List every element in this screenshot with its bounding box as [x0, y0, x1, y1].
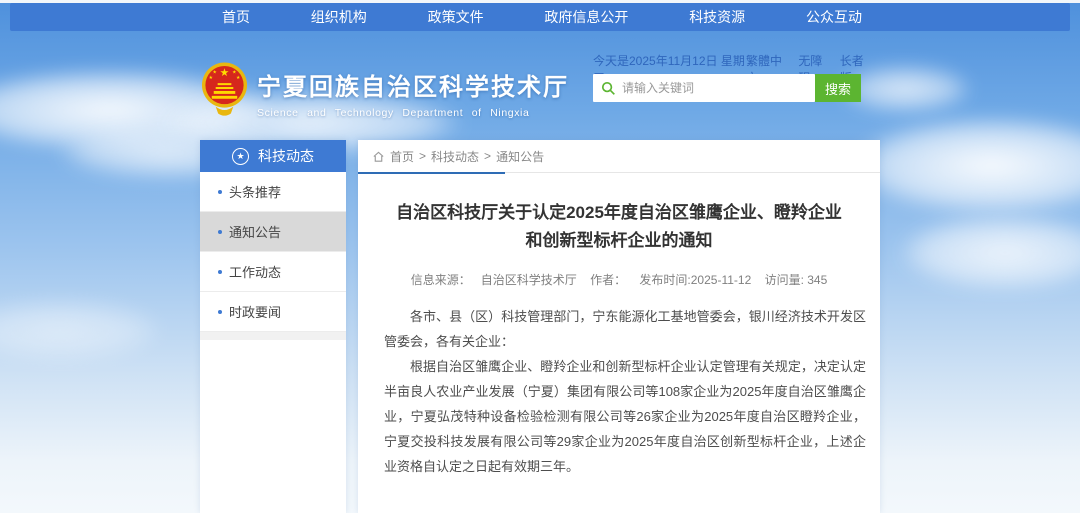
nav-item-policy[interactable]: 政策文件: [428, 7, 484, 27]
sidebar-item-label: 时政要闻: [229, 302, 281, 321]
bullet-dot-icon: [218, 230, 222, 234]
sidebar-item-notices[interactable]: 通知公告: [200, 212, 346, 252]
cloud: [900, 215, 1080, 290]
meta-author-label: 作者：: [590, 273, 626, 287]
national-emblem-icon: ★ ★ ★ ★ ★: [201, 59, 248, 117]
nav-item-gov-info[interactable]: 政府信息公开: [544, 7, 628, 27]
nav-item-home[interactable]: 首页: [222, 7, 250, 27]
svg-text:★: ★: [209, 75, 214, 81]
meta-visits: 访问量: 345: [765, 273, 828, 287]
sidebar-header: ★ 科技动态: [200, 140, 346, 172]
sidebar: ★ 科技动态 头条推荐 通知公告 工作动态 时政要闻: [200, 140, 346, 513]
nav-item-organization[interactable]: 组织机构: [311, 7, 367, 27]
article-paragraph: 各市、县（区）科技管理部门，宁东能源化工基地管委会，银川经济技术开发区管委会，各…: [384, 304, 866, 354]
sidebar-item-headlines[interactable]: 头条推荐: [200, 172, 346, 212]
sidebar-footer-strip: [200, 332, 346, 340]
search-input-wrap: [593, 74, 815, 102]
breadcrumb-notices[interactable]: 通知公告: [496, 148, 544, 165]
top-navigation: 首页 组织机构 政策文件 政府信息公开 科技资源 公众互动: [10, 3, 1070, 31]
article-title-line2: 和创新型标杆企业的通知: [358, 227, 880, 255]
sidebar-item-current-politics[interactable]: 时政要闻: [200, 292, 346, 332]
breadcrumb: 首页 > 科技动态 > 通知公告: [358, 140, 880, 173]
search-bar: 搜索: [593, 74, 861, 102]
article-paragraph: 根据自治区雏鹰企业、瞪羚企业和创新型标杆企业认定管理有关规定，决定认定半亩良人农…: [384, 354, 866, 479]
home-icon: [372, 150, 385, 163]
search-input[interactable]: [622, 81, 807, 95]
main-content: 首页 > 科技动态 > 通知公告 自治区科技厅关于认定2025年度自治区雏鹰企业…: [358, 140, 880, 513]
bullet-dot-icon: [218, 190, 222, 194]
search-button[interactable]: 搜索: [815, 74, 861, 102]
nav-items: 首页 组织机构 政策文件 政府信息公开 科技资源 公众互动: [222, 7, 862, 27]
svg-text:★: ★: [232, 69, 237, 75]
site-title: 宁夏回族自治区科学技术厅: [257, 67, 569, 102]
nav-item-resources[interactable]: 科技资源: [689, 7, 745, 27]
breadcrumb-home[interactable]: 首页: [390, 148, 414, 165]
article-title: 自治区科技厅关于认定2025年度自治区雏鹰企业、瞪羚企业 和创新型标杆企业的通知: [358, 199, 880, 255]
site-subtitle: Science and Technology Department of Nin…: [257, 107, 569, 119]
article-meta: 信息来源： 自治区科学技术厅 作者： 发布时间:2025-11-12 访问量: 3…: [358, 271, 880, 288]
cloud: [852, 118, 1080, 213]
star-circle-icon: ★: [232, 148, 249, 165]
meta-source-label: 信息来源：: [411, 273, 471, 287]
breadcrumb-tech-dynamics[interactable]: 科技动态: [431, 148, 479, 165]
cloud: [0, 300, 160, 360]
sidebar-item-label: 通知公告: [229, 222, 281, 241]
bullet-dot-icon: [218, 310, 222, 314]
meta-publish-time: 发布时间:2025-11-12: [639, 273, 751, 287]
search-icon: [601, 81, 616, 96]
breadcrumb-separator: >: [484, 149, 491, 163]
sidebar-item-label: 工作动态: [229, 262, 281, 281]
nav-item-interaction[interactable]: 公众互动: [806, 7, 862, 27]
site-title-block: 宁夏回族自治区科学技术厅 Science and Technology Depa…: [257, 67, 569, 119]
page: 首页 组织机构 政策文件 政府信息公开 科技资源 公众互动 ★ ★ ★ ★ ★ …: [0, 0, 1080, 513]
svg-text:★: ★: [236, 75, 241, 81]
sidebar-item-work-dynamics[interactable]: 工作动态: [200, 252, 346, 292]
bullet-dot-icon: [218, 270, 222, 274]
meta-source: 自治区科学技术厅: [481, 273, 577, 287]
sidebar-item-label: 头条推荐: [229, 182, 281, 201]
svg-text:★: ★: [220, 67, 230, 79]
sidebar-title: 科技动态: [258, 146, 314, 166]
svg-text:★: ★: [213, 69, 218, 75]
breadcrumb-separator: >: [419, 149, 426, 163]
article-title-line1: 自治区科技厅关于认定2025年度自治区雏鹰企业、瞪羚企业: [358, 199, 880, 227]
article-body: 各市、县（区）科技管理部门，宁东能源化工基地管委会，银川经济技术开发区管委会，各…: [384, 304, 866, 479]
